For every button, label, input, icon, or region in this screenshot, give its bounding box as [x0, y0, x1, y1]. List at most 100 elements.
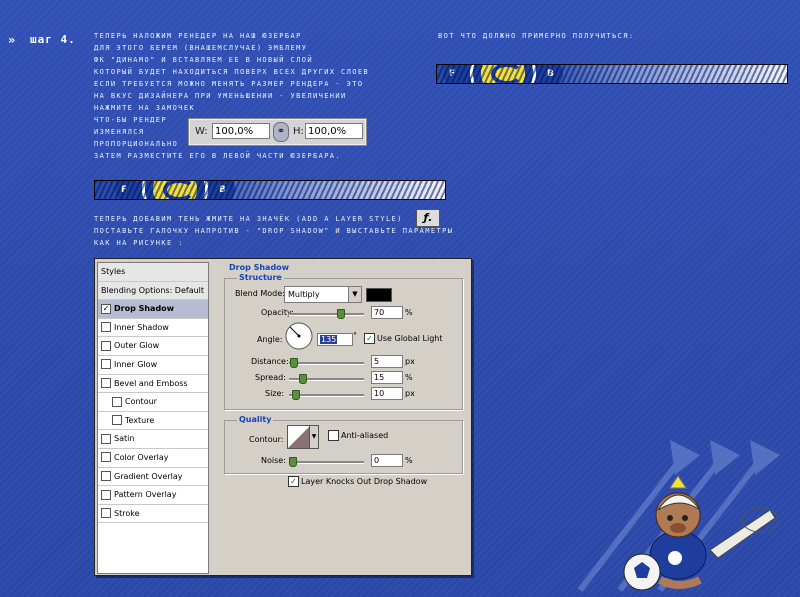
style-checkbox[interactable]	[101, 508, 111, 519]
contour-label: Contour:	[249, 435, 284, 444]
distance-unit: px	[405, 357, 415, 366]
contour-dropdown-icon[interactable]: ▼	[309, 425, 319, 449]
height-input[interactable]	[305, 123, 363, 139]
instruction-line: теперь наложим ренедер на наш юзербар	[94, 32, 302, 40]
style-item-label: Satin	[114, 434, 135, 444]
instruction-line: как на рисунке :	[94, 239, 184, 247]
spread-slider-thumb[interactable]	[299, 374, 307, 384]
style-items: ✓ Drop Shadow Inner Shadow Outer Glow Inner …	[98, 300, 208, 524]
noise-slider[interactable]	[289, 457, 364, 467]
style-checkbox[interactable]	[112, 415, 122, 426]
size-input[interactable]: 10	[371, 387, 403, 400]
style-item[interactable]: Inner Glow	[98, 356, 208, 375]
style-checkbox[interactable]	[101, 340, 111, 351]
style-item-label: Stroke	[114, 508, 140, 518]
layer-knocks-out-label: Layer Knocks Out Drop Shadow	[301, 477, 428, 486]
link-proportions-icon[interactable]: ⚭	[273, 122, 289, 142]
drop-shadow-settings: Drop Shadow Structure Blend Mode: Multip…	[221, 262, 466, 572]
style-item[interactable]: Pattern Overlay	[98, 486, 208, 505]
instruction-line: на вкус дизайнера при уменьшении - увели…	[94, 92, 347, 100]
style-item-label: Bevel and Emboss	[114, 378, 188, 388]
use-global-light-checkbox[interactable]: ✓	[364, 333, 375, 344]
width-input[interactable]	[212, 123, 270, 139]
instruction-line: нажмите на замочек	[94, 104, 196, 112]
style-checkbox[interactable]	[101, 433, 111, 444]
spread-label: Spread:	[255, 373, 286, 382]
instruction-text-block-2: теперь добавим тень жмите на значёк (add…	[94, 213, 453, 249]
style-item-label: Color Overlay	[114, 452, 169, 462]
instruction-line: если требуется можно менять размер ренде…	[94, 80, 364, 88]
size-label: Size:	[265, 389, 285, 398]
quality-title: Quality	[237, 415, 274, 424]
blending-options-item[interactable]: Blending Options: Default	[98, 281, 208, 301]
spread-unit: %	[405, 373, 413, 382]
style-checkbox[interactable]	[112, 396, 122, 407]
style-item-label: Pattern Overlay	[114, 490, 177, 500]
style-checkbox[interactable]	[101, 471, 111, 482]
banner-stripes	[95, 181, 445, 199]
style-item-label: Inner Glow	[114, 359, 158, 369]
spread-input[interactable]: 15	[371, 371, 403, 384]
style-checkbox[interactable]	[101, 489, 111, 500]
style-item[interactable]: Gradient Overlay	[98, 468, 208, 487]
instruction-line: фк "динамо" и вставляем ее в новый слой	[94, 56, 313, 64]
style-item-label: Gradient Overlay	[114, 471, 183, 481]
height-label: H:	[293, 126, 304, 137]
style-item[interactable]: Contour	[98, 393, 208, 412]
distance-slider-thumb[interactable]	[290, 358, 298, 368]
structure-title: Structure	[237, 273, 284, 282]
size-slider[interactable]	[289, 390, 364, 400]
distance-slider[interactable]	[289, 358, 364, 368]
noise-label: Noise:	[261, 456, 286, 465]
size-unit: px	[405, 389, 415, 398]
mascot-illustration	[623, 475, 779, 591]
style-item[interactable]: Outer Glow	[98, 337, 208, 356]
spread-slider[interactable]	[289, 374, 364, 384]
blend-mode-select[interactable]: Multiply ▼	[284, 286, 362, 303]
style-checkbox[interactable]	[101, 378, 111, 389]
style-checkbox[interactable]	[101, 452, 111, 463]
style-item[interactable]: Inner Shadow	[98, 319, 208, 338]
add-layer-style-icon[interactable]: ƒ.	[416, 209, 440, 227]
step-title: шаг 4.	[30, 33, 76, 46]
noise-input[interactable]: 0	[371, 454, 403, 467]
userbar-result-banner: F B	[436, 64, 788, 84]
style-item[interactable]: Satin	[98, 430, 208, 449]
style-checkbox[interactable]: ✓	[101, 303, 111, 314]
blend-mode-label: Blend Mode:	[235, 289, 285, 298]
style-item-label: Drop Shadow	[114, 304, 175, 314]
instruction-line: который будет находиться поверх всех дру…	[94, 68, 370, 76]
style-checkbox[interactable]	[101, 322, 111, 333]
userbar-step-banner: F B	[94, 180, 446, 200]
style-item[interactable]: Stroke	[98, 505, 208, 524]
opacity-input[interactable]: 70	[371, 306, 403, 319]
angle-input[interactable]: 135	[317, 333, 353, 346]
noise-slider-thumb[interactable]	[289, 457, 297, 467]
angle-unit: °	[353, 331, 357, 340]
style-item[interactable]: ✓ Drop Shadow	[98, 300, 208, 319]
angle-label: Angle:	[257, 335, 283, 344]
shadow-color-swatch[interactable]	[366, 288, 392, 302]
anti-aliased-label: Anti-aliased	[341, 431, 389, 440]
size-slider-thumb[interactable]	[292, 390, 300, 400]
noise-unit: %	[405, 456, 413, 465]
styles-header[interactable]: Styles	[98, 263, 208, 282]
angle-dial[interactable]	[285, 322, 313, 350]
style-item[interactable]: Color Overlay	[98, 449, 208, 468]
contour-preview[interactable]	[287, 425, 311, 449]
styles-list: Styles Blending Options: Default ✓ Drop S…	[97, 262, 209, 574]
use-global-light-label: Use Global Light	[377, 334, 443, 343]
distance-label: Distance:	[251, 357, 289, 366]
opacity-slider[interactable]	[289, 309, 364, 319]
opacity-slider-thumb[interactable]	[337, 309, 345, 319]
anti-aliased-checkbox[interactable]	[328, 430, 339, 441]
layer-knocks-out-checkbox[interactable]: ✓	[288, 476, 299, 487]
style-checkbox[interactable]	[101, 359, 111, 370]
instruction-line: для этого берем (внашемслучае) эмблему	[94, 44, 308, 52]
layer-style-dialog: Styles Blending Options: Default ✓ Drop S…	[94, 258, 472, 576]
distance-input[interactable]: 5	[371, 355, 403, 368]
style-item[interactable]: Texture	[98, 412, 208, 431]
style-item[interactable]: Bevel and Emboss	[98, 375, 208, 394]
opacity-unit: %	[405, 308, 413, 317]
style-item-label: Outer Glow	[114, 341, 160, 351]
